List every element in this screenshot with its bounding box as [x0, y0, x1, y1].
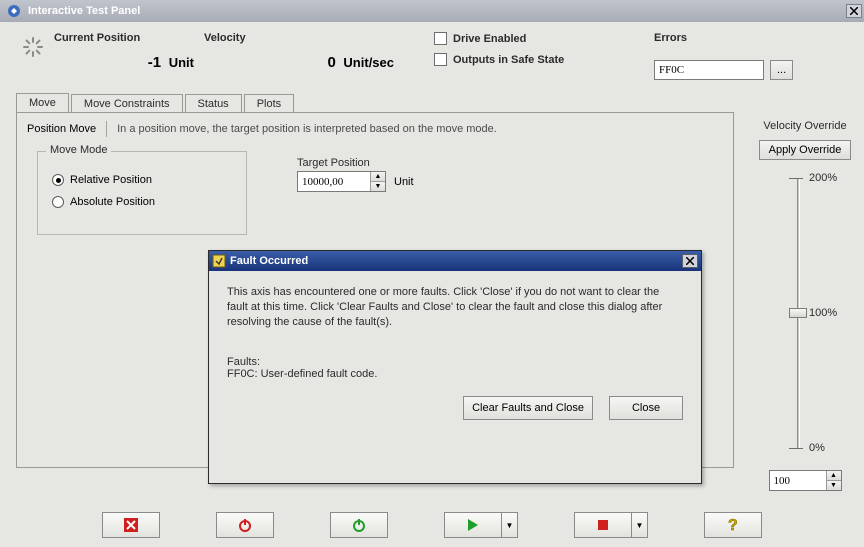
override-value-input[interactable]: ▲ ▼ [769, 470, 842, 491]
slider-label-100: 100% [809, 307, 837, 319]
tab-status[interactable]: Status [185, 94, 242, 113]
target-position-up[interactable]: ▲ [370, 172, 385, 182]
abort-button[interactable] [102, 512, 160, 538]
power-on-button[interactable] [330, 512, 388, 538]
radio-absolute-label: Absolute Position [70, 196, 155, 208]
dialog-icon [212, 254, 226, 268]
safe-state-checkbox[interactable] [434, 53, 447, 66]
status-row: Current Position -1 Unit Velocity 0 Unit… [0, 22, 864, 80]
override-slider[interactable]: 200% 100% 0% [775, 174, 835, 464]
play-dropdown[interactable]: ▼ [502, 512, 518, 538]
stop-button[interactable] [574, 512, 632, 538]
slider-label-200: 200% [809, 172, 837, 184]
separator [106, 121, 107, 137]
target-position-value[interactable] [298, 172, 370, 191]
errors-label: Errors [654, 32, 784, 44]
radio-relative-position[interactable] [52, 174, 64, 186]
safe-state-label: Outputs in Safe State [453, 54, 564, 66]
tab-move-constraints[interactable]: Move Constraints [71, 94, 183, 113]
radio-absolute-position[interactable] [52, 196, 64, 208]
window-close-button[interactable] [846, 4, 862, 18]
velocity-label: Velocity [204, 32, 404, 44]
dialog-close-text-button[interactable]: Close [609, 396, 683, 420]
window-title: Interactive Test Panel [26, 5, 846, 17]
tab-plots[interactable]: Plots [244, 94, 294, 113]
drive-enabled-label: Drive Enabled [453, 33, 526, 45]
clear-faults-and-close-button[interactable]: Clear Faults and Close [463, 396, 593, 420]
velocity-unit: Unit/sec [343, 55, 394, 70]
target-position-down[interactable]: ▼ [370, 182, 385, 191]
dialog-faults-header: Faults: [227, 356, 683, 368]
move-pane-title: Position Move [27, 123, 96, 135]
move-mode-legend: Move Mode [46, 144, 111, 156]
stop-dropdown[interactable]: ▼ [632, 512, 648, 538]
power-off-button[interactable] [216, 512, 274, 538]
window-titlebar: Interactive Test Panel [0, 0, 864, 22]
current-position-unit: Unit [169, 55, 194, 70]
apply-override-button[interactable]: Apply Override [759, 140, 851, 160]
move-pane-description: In a position move, the target position … [117, 123, 497, 135]
svg-text:?: ? [728, 517, 738, 534]
dialog-close-button[interactable] [682, 254, 698, 268]
velocity-override-panel: Velocity Override Apply Override 200% 10… [756, 120, 854, 491]
velocity-override-title: Velocity Override [763, 120, 846, 132]
radio-relative-label: Relative Position [70, 174, 152, 186]
velocity-value: 0 [327, 54, 335, 71]
play-button[interactable] [444, 512, 502, 538]
drive-enabled-checkbox[interactable] [434, 32, 447, 45]
override-value-down[interactable]: ▼ [826, 481, 841, 490]
slider-label-0: 0% [809, 442, 825, 454]
busy-spinner-icon [22, 36, 44, 58]
tab-bar: Move Move Constraints Status Plots [16, 90, 734, 112]
override-value[interactable] [770, 471, 826, 490]
tab-move[interactable]: Move [16, 93, 69, 113]
dialog-title: Fault Occurred [230, 255, 308, 267]
bottom-toolbar: ▼ ▼ ? [0, 507, 864, 543]
target-position-unit: Unit [394, 176, 414, 188]
current-position-label: Current Position [54, 32, 204, 44]
override-value-up[interactable]: ▲ [826, 471, 841, 481]
current-position-value: -1 [148, 54, 161, 71]
app-icon [6, 3, 22, 19]
target-position-label: Target Position [297, 157, 414, 169]
errors-more-button[interactable]: ... [770, 60, 793, 80]
dialog-body-text: This axis has encountered one or more fa… [227, 285, 683, 330]
fault-dialog: Fault Occurred This axis has encountered… [208, 250, 702, 484]
override-slider-thumb[interactable] [789, 308, 807, 318]
errors-field[interactable] [654, 60, 764, 80]
target-position-input[interactable]: ▲ ▼ [297, 171, 386, 192]
dialog-faults-line: FF0C: User-defined fault code. [227, 368, 683, 380]
help-button[interactable]: ? [704, 512, 762, 538]
